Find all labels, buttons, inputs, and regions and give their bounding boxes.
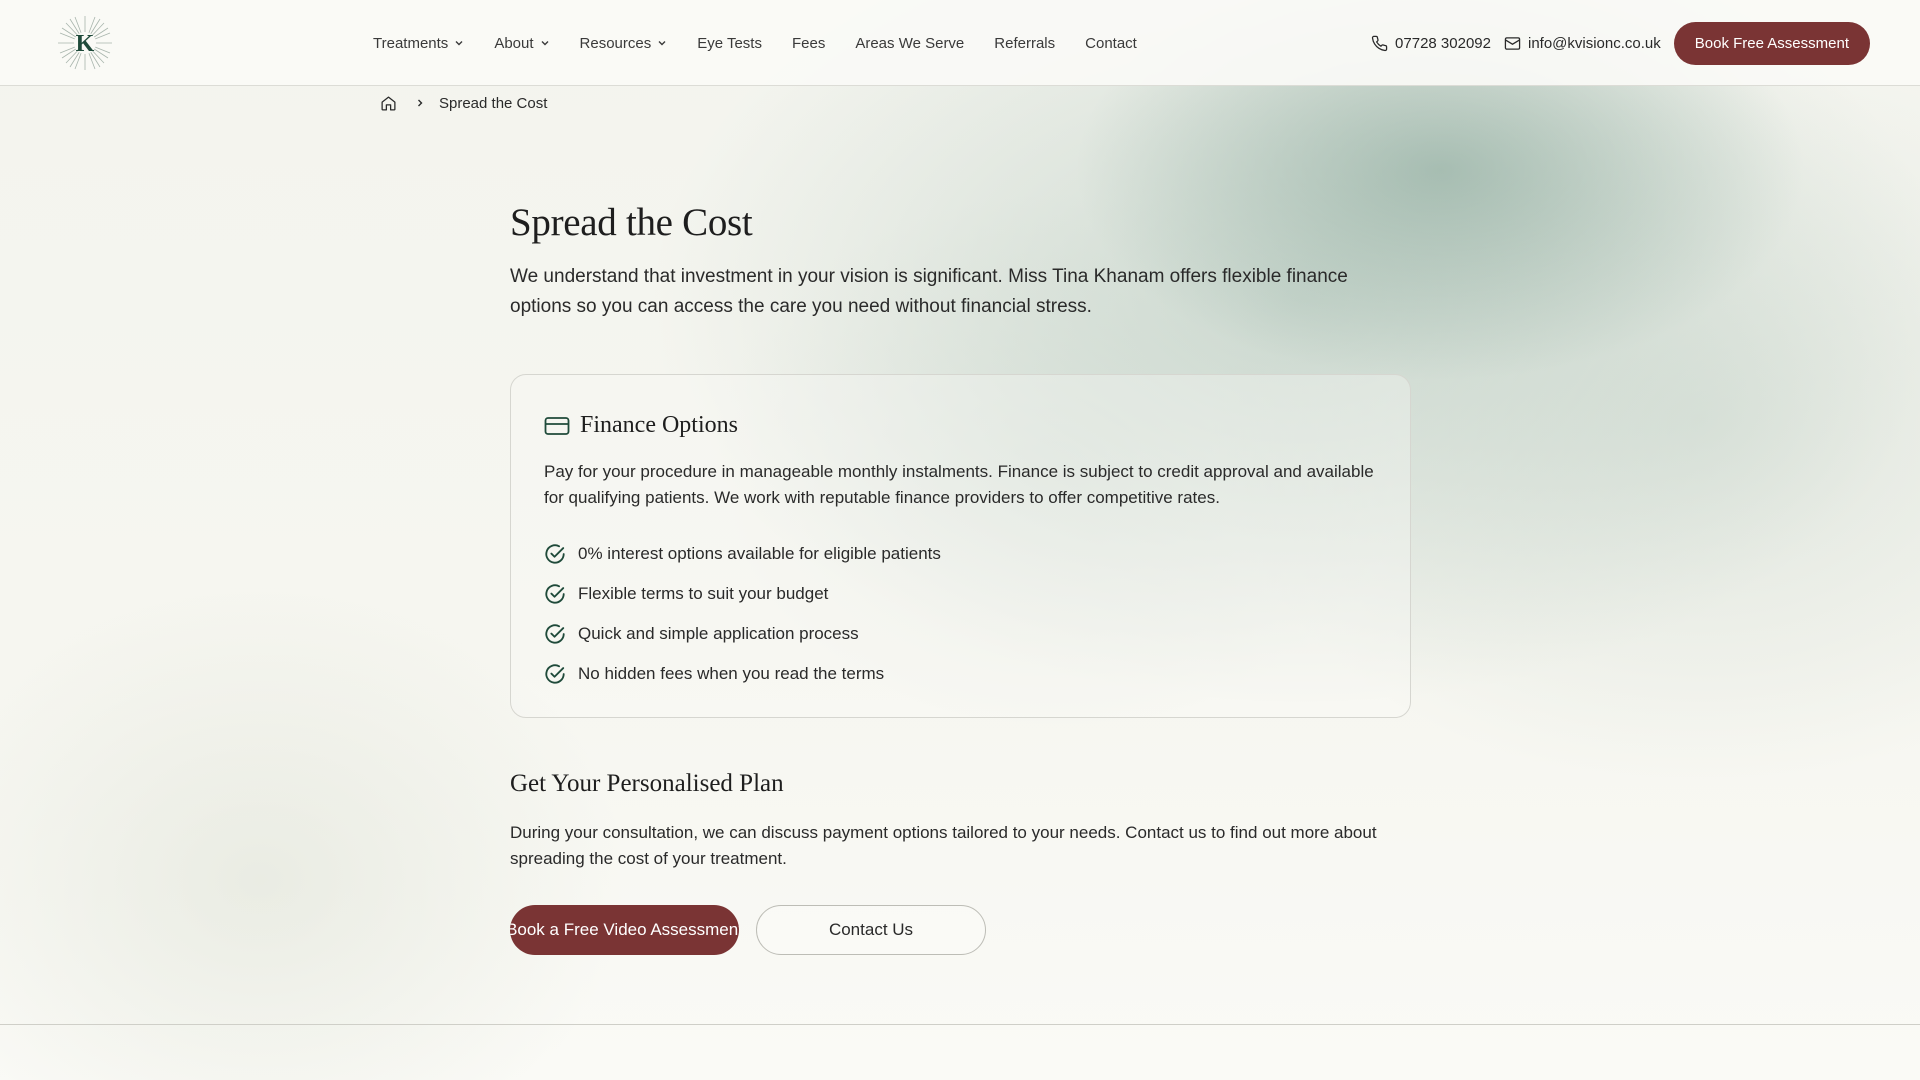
nav-areas-we-serve[interactable]: Areas We Serve [855, 35, 964, 52]
mail-icon [1504, 36, 1521, 50]
feature-text: No hidden fees when you read the terms [578, 664, 885, 683]
nav-label: About [494, 34, 534, 52]
nav-label: Fees [791, 34, 826, 52]
home-icon[interactable] [380, 95, 397, 112]
check-circle-icon [545, 664, 565, 684]
chevron-down-icon [454, 38, 464, 48]
video-button-label: Book a Free Video Assessment [510, 920, 739, 939]
contact-us-button[interactable]: Contact Us [756, 905, 986, 955]
nav-referrals[interactable]: Referrals [994, 35, 1055, 52]
breadcrumb-current: Spread the Cost [439, 94, 548, 112]
footer-divider [0, 1024, 1920, 1025]
list-item: Flexible terms to suit your budget [544, 574, 941, 614]
feature-text: 0% interest options available for eligib… [578, 544, 941, 563]
chevron-right-icon [415, 98, 425, 108]
header-contact: 07728 302092 info@kvisionc.co.uk Book Fr… [1371, 0, 1870, 86]
finance-options-heading: Finance Options [544, 412, 738, 439]
logo-letter: K [76, 31, 95, 57]
plan-text: During your consultation, we can discuss… [510, 823, 1377, 868]
nav-contact[interactable]: Contact [1085, 35, 1137, 52]
nav-label: Contact [1085, 34, 1137, 52]
finance-feature-list: 0% interest options available for eligib… [544, 534, 941, 694]
email-link[interactable]: info@kvisionc.co.uk [1504, 35, 1661, 52]
breadcrumb: Spread the Cost [380, 92, 547, 114]
nav-eye-tests[interactable]: Eye Tests [697, 35, 762, 52]
finance-title: Finance Options [580, 412, 738, 438]
check-circle-icon [545, 544, 565, 564]
cta-row: Book a Free Video Assessment Contact Us [510, 905, 986, 955]
nav-fees[interactable]: Fees [792, 35, 825, 52]
check-circle-icon [545, 584, 565, 604]
list-item: 0% interest options available for eligib… [544, 534, 941, 574]
phone-link[interactable]: 07728 302092 [1371, 35, 1491, 52]
check-circle-icon [545, 624, 565, 644]
phone-icon [1371, 35, 1388, 51]
site-header: K Treatments About Resources Eye Tests F… [0, 0, 1920, 86]
nav-label: Areas We Serve [855, 34, 965, 52]
nav-label: Referrals [994, 34, 1056, 52]
page-title: Spread the Cost [510, 201, 753, 244]
feature-text: Flexible terms to suit your budget [578, 584, 829, 603]
contact-button-label: Contact Us [828, 920, 914, 939]
nav-about[interactable]: About [494, 35, 549, 52]
nav-resources[interactable]: Resources [580, 35, 668, 52]
phone-number: 07728 302092 [1395, 34, 1491, 52]
email-address: info@kvisionc.co.uk [1527, 34, 1661, 52]
chevron-down-icon [657, 38, 667, 48]
nav-treatments[interactable]: Treatments [373, 35, 464, 52]
main-navigation: Treatments About Resources Eye Tests Fee… [373, 0, 1167, 86]
plan-heading: Get Your Personalised Plan [510, 770, 784, 797]
credit-card-icon [544, 416, 570, 435]
list-item: Quick and simple application process [544, 614, 941, 654]
feature-text: Quick and simple application process [578, 624, 859, 643]
logo-starburst-icon: K [58, 16, 112, 70]
nav-label: Eye Tests [697, 34, 762, 52]
site-logo[interactable]: K [48, 14, 122, 72]
book-free-assessment-button[interactable]: Book Free Assessment [1673, 21, 1870, 65]
nav-label: Treatments [373, 34, 449, 52]
book-video-assessment-button[interactable]: Book a Free Video Assessment [510, 905, 739, 955]
finance-text: Pay for your procedure in manageable mon… [544, 462, 1374, 507]
page-intro: We understand that investment in your vi… [510, 266, 1348, 317]
nav-label: Resources [579, 34, 652, 52]
list-item: No hidden fees when you read the terms [544, 654, 941, 694]
chevron-down-icon [540, 38, 550, 48]
